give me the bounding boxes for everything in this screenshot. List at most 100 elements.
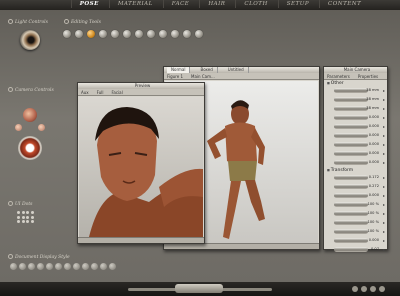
param-dial-row[interactable]: 0.07 ▸ bbox=[334, 246, 385, 254]
ui-dot[interactable] bbox=[26, 215, 29, 219]
param-menu-arrow-icon[interactable]: ▸ bbox=[383, 247, 385, 252]
light-control-eye-icon[interactable] bbox=[20, 30, 40, 50]
display-style-button[interactable] bbox=[64, 263, 71, 270]
right-hand-camera-icon[interactable] bbox=[38, 124, 45, 131]
ui-dot[interactable] bbox=[26, 220, 29, 223]
ui-dots-grid[interactable] bbox=[17, 211, 34, 223]
param-dial-row[interactable]: 38 mm ▸ bbox=[334, 96, 385, 104]
param-dial-row[interactable]: 100 % ▸ bbox=[334, 210, 385, 218]
section-other[interactable]: Other bbox=[324, 80, 387, 86]
tool-extra-icon[interactable] bbox=[195, 30, 203, 38]
section-transform[interactable]: Transform bbox=[324, 167, 387, 173]
param-dial[interactable] bbox=[334, 160, 368, 165]
settings-icon[interactable] bbox=[379, 286, 385, 292]
param-dial[interactable] bbox=[334, 238, 368, 243]
tool-chain-icon[interactable] bbox=[123, 30, 131, 38]
param-menu-arrow-icon[interactable]: ▸ bbox=[383, 88, 385, 93]
param-dial[interactable] bbox=[334, 151, 368, 156]
param-dial[interactable] bbox=[334, 211, 368, 216]
param-menu-arrow-icon[interactable]: ▸ bbox=[383, 229, 385, 234]
ui-dot[interactable] bbox=[30, 211, 34, 214]
preview-viewport[interactable] bbox=[79, 97, 203, 237]
param-dial[interactable] bbox=[334, 175, 368, 180]
ui-dot[interactable] bbox=[17, 211, 20, 214]
param-dial[interactable] bbox=[334, 229, 368, 234]
param-menu-arrow-icon[interactable]: ▸ bbox=[383, 115, 385, 120]
ui-dot[interactable] bbox=[21, 220, 25, 223]
param-menu-arrow-icon[interactable]: ▸ bbox=[383, 193, 385, 198]
camera-trackball-icon[interactable] bbox=[18, 136, 42, 160]
display-style-button[interactable] bbox=[28, 263, 35, 270]
param-menu-arrow-icon[interactable]: ▸ bbox=[383, 211, 385, 216]
param-dial[interactable] bbox=[334, 97, 368, 102]
tool-grouping-icon[interactable] bbox=[147, 30, 155, 38]
ui-dot[interactable] bbox=[26, 211, 29, 214]
param-dial-row[interactable]: 38 mm ▸ bbox=[334, 87, 385, 95]
display-style-button[interactable] bbox=[100, 263, 107, 270]
param-menu-arrow-icon[interactable]: ▸ bbox=[383, 142, 385, 147]
tab-material[interactable]: MATERIAL bbox=[108, 0, 161, 8]
display-style-button[interactable] bbox=[91, 263, 98, 270]
ui-dot[interactable] bbox=[17, 215, 20, 219]
param-menu-arrow-icon[interactable]: ▸ bbox=[383, 106, 385, 111]
tab-properties[interactable]: Properties bbox=[358, 73, 378, 79]
param-dial[interactable] bbox=[334, 247, 368, 252]
param-dial-row[interactable]: 0.272 ▸ bbox=[334, 183, 385, 191]
preview-footer-slider[interactable] bbox=[78, 237, 204, 243]
param-menu-arrow-icon[interactable]: ▸ bbox=[383, 124, 385, 129]
face-camera-icon[interactable] bbox=[23, 108, 37, 122]
param-menu-arrow-icon[interactable]: ▸ bbox=[383, 151, 385, 156]
tool-view-magnifier-icon[interactable] bbox=[159, 30, 167, 38]
param-menu-arrow-icon[interactable]: ▸ bbox=[383, 175, 385, 180]
param-dial-row[interactable]: 0.000 ▸ bbox=[334, 150, 385, 158]
display-style-button[interactable] bbox=[55, 263, 62, 270]
tool-taper-icon[interactable] bbox=[111, 30, 119, 38]
display-style-button[interactable] bbox=[37, 263, 44, 270]
param-dial-row[interactable]: 0.000 ▸ bbox=[334, 141, 385, 149]
param-dial[interactable] bbox=[334, 115, 368, 120]
doc-tab-untitled[interactable]: Untitled bbox=[224, 67, 249, 73]
ui-dot[interactable] bbox=[30, 215, 34, 219]
tab-cloth[interactable]: CLOTH bbox=[235, 0, 275, 8]
param-menu-arrow-icon[interactable]: ▸ bbox=[383, 97, 385, 102]
param-dial[interactable] bbox=[334, 193, 368, 198]
param-dial[interactable] bbox=[334, 124, 368, 129]
param-dial[interactable] bbox=[334, 184, 368, 189]
tool-morph-icon[interactable] bbox=[171, 30, 179, 38]
param-dial-row[interactable]: 0.000 ▸ bbox=[334, 159, 385, 167]
param-dial-row[interactable]: 100 % ▸ bbox=[334, 219, 385, 227]
camera-selector[interactable]: Main Cam... bbox=[191, 73, 215, 79]
tab-content[interactable]: CONTENT bbox=[319, 0, 369, 8]
tab-pose[interactable]: POSE bbox=[70, 0, 107, 8]
param-menu-arrow-icon[interactable]: ▸ bbox=[383, 220, 385, 225]
ui-dot[interactable] bbox=[30, 220, 34, 223]
param-dial-row[interactable]: 0.000 ▸ bbox=[334, 237, 385, 245]
tab-hair[interactable]: HAIR bbox=[199, 0, 233, 8]
param-dial[interactable] bbox=[334, 88, 368, 93]
param-dial-row[interactable]: 100 % ▸ bbox=[334, 201, 385, 209]
display-style-button[interactable] bbox=[82, 263, 89, 270]
param-dial[interactable] bbox=[334, 133, 368, 138]
param-dial-row[interactable]: 38 mm ▸ bbox=[334, 105, 385, 113]
display-style-button[interactable] bbox=[19, 263, 26, 270]
loop-icon[interactable] bbox=[361, 286, 367, 292]
param-menu-arrow-icon[interactable]: ▸ bbox=[383, 160, 385, 165]
param-dial-row[interactable]: 100 % ▸ bbox=[334, 228, 385, 236]
left-hand-camera-icon[interactable] bbox=[15, 124, 22, 131]
display-style-button[interactable] bbox=[73, 263, 80, 270]
key-icon[interactable] bbox=[370, 286, 376, 292]
preview-full-menu[interactable]: Full bbox=[97, 89, 104, 95]
tab-parameters[interactable]: Parameters bbox=[327, 73, 350, 79]
param-menu-arrow-icon[interactable]: ▸ bbox=[383, 184, 385, 189]
display-style-button[interactable] bbox=[10, 263, 17, 270]
display-style-button[interactable] bbox=[109, 263, 116, 270]
preview-facial-menu[interactable]: Facial bbox=[111, 89, 122, 95]
param-dial-row[interactable]: 0.000 ▸ bbox=[334, 132, 385, 140]
param-dial-row[interactable]: 0.172 ▸ bbox=[334, 174, 385, 182]
tool-direct-manipulation-icon[interactable] bbox=[183, 30, 191, 38]
param-menu-arrow-icon[interactable]: ▸ bbox=[383, 238, 385, 243]
param-dial[interactable] bbox=[334, 202, 368, 207]
param-dial[interactable] bbox=[334, 106, 368, 111]
param-menu-arrow-icon[interactable]: ▸ bbox=[383, 202, 385, 207]
param-dial-row[interactable]: 0.000 ▸ bbox=[334, 192, 385, 200]
